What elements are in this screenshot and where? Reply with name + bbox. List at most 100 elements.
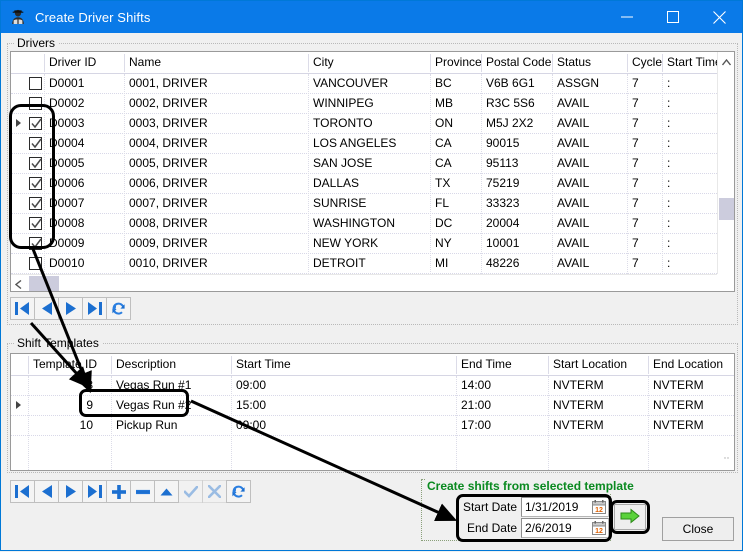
close-button-dialog[interactable]: Close [662,517,734,541]
drivers-table-row[interactable]: D00090009, DRIVERNEW YORKNY10001AVAIL7: [11,234,717,254]
close-button[interactable] [696,1,742,33]
start-date-field[interactable]: Start Date 1/31/2019 12 [459,497,609,517]
drivers-table-row[interactable]: D00010001, DRIVERVANCOUVERBCV6B 6G1ASSGN… [11,74,717,94]
edit-record-button[interactable] [154,480,179,503]
driver-select-checkbox[interactable] [29,117,42,130]
refresh-button[interactable] [226,480,251,503]
template-table-row[interactable]: 8Vegas Run #109:0014:00NVTERMNVTERM [11,376,734,396]
calendar-icon[interactable]: 12 [592,521,606,538]
end-date-label: End Date [459,521,517,535]
templates-column-header-start-time[interactable]: Start Time [236,357,291,371]
drivers-cell-status: AVAIL [557,176,589,190]
drivers-table-row[interactable]: D00030003, DRIVERTORONTOONM5J 2X2AVAIL7: [11,114,717,134]
scroll-left-icon[interactable] [15,278,22,292]
drivers-vertical-scrollbar[interactable] [717,52,734,274]
column-divider[interactable] [231,356,232,374]
drivers-table-row[interactable]: D00050005, DRIVERSAN JOSECA95113AVAIL7: [11,154,717,174]
column-divider[interactable] [430,54,431,72]
drivers-cell-start-time: : [667,136,673,150]
drivers-cell-postal-code: M5J 2X2 [486,116,533,130]
first-record-button[interactable] [10,480,35,503]
column-divider[interactable] [111,356,112,374]
column-divider[interactable] [124,54,125,72]
column-divider[interactable] [481,54,482,72]
drivers-column-header-start-time[interactable]: Start Time [667,55,722,69]
last-record-button[interactable] [82,297,107,320]
column-grid-line [124,74,125,274]
driver-select-checkbox[interactable] [29,97,42,110]
driver-select-checkbox[interactable] [29,197,42,210]
drivers-table-row[interactable]: D00080008, DRIVERWASHINGTONDC20004AVAIL7… [11,214,717,234]
drivers-table-row[interactable]: D00100010, DRIVERDETROITMI48226AVAIL7: [11,254,717,274]
drivers-column-header-cycle[interactable]: Cycle [632,55,662,69]
last-record-button[interactable] [82,480,107,503]
next-record-button[interactable] [58,297,83,320]
template-table-row[interactable]: 9Vegas Run #215:0021:00NVTERMNVTERM [11,396,734,416]
drivers-cell-cycle: 7 [632,116,639,130]
driver-select-checkbox[interactable] [29,177,42,190]
minimize-button[interactable] [604,1,650,33]
drivers-cell-province: NY [435,236,452,250]
previous-record-button[interactable] [34,297,59,320]
drivers-column-header-driver-id[interactable]: Driver ID [49,55,96,69]
insert-record-button[interactable] [106,480,131,503]
column-divider[interactable] [28,356,29,374]
column-divider[interactable] [44,54,45,72]
drivers-column-header-city[interactable]: City [313,55,334,69]
drivers-table-row[interactable]: D00060006, DRIVERDALLASTX75219AVAIL7: [11,174,717,194]
drivers-column-header-postal-code[interactable]: Postal Code [486,55,551,69]
drivers-table-row[interactable]: D00020002, DRIVERWINNIPEGMBR3C 5S6AVAIL7… [11,94,717,114]
template-cell-end-time: 17:00 [461,418,491,432]
drivers-column-header-status[interactable]: Status [557,55,591,69]
driver-select-checkbox[interactable] [29,257,42,270]
refresh-button[interactable] [106,297,131,320]
templates-column-header-template-id[interactable]: Template ID [33,357,97,371]
last-icon [87,302,102,315]
column-divider[interactable] [308,54,309,72]
previous-record-button[interactable] [34,480,59,503]
templates-grid-body[interactable]: 8Vegas Run #109:0014:00NVTERMNVTERM9Vega… [11,376,734,470]
driver-select-checkbox[interactable] [29,77,42,90]
drivers-vscroll-thumb[interactable] [719,198,734,220]
driver-select-checkbox[interactable] [29,157,42,170]
templates-column-header-start-location[interactable]: Start Location [553,357,627,371]
drivers-grid-body[interactable]: D00010001, DRIVERVANCOUVERBCV6B 6G1ASSGN… [11,74,717,274]
driver-select-checkbox[interactable] [29,137,42,150]
column-divider[interactable] [456,356,457,374]
shift-templates-navigator[interactable] [10,480,250,503]
shift-templates-grid[interactable]: Template ID Description Start Time End Time… [10,353,735,471]
drivers-column-header-province[interactable]: Province [435,55,482,69]
drivers-cell-province: FL [435,196,449,210]
template-table-row[interactable]: 10Pickup Run09:0017:00NVTERMNVTERM [11,416,734,436]
maximize-button[interactable] [650,1,696,33]
drivers-horizontal-scrollbar[interactable] [11,274,717,291]
column-divider[interactable] [552,54,553,72]
templates-column-header-description[interactable]: Description [116,357,176,371]
drivers-cell-name: 0010, DRIVER [129,256,208,270]
drivers-grid[interactable]: Driver ID Name City Province Postal Code Stat… [10,51,735,292]
driver-select-checkbox[interactable] [29,217,42,230]
next-record-button[interactable] [58,480,83,503]
drivers-table-row[interactable]: D00040004, DRIVERLOS ANGELESCA90015AVAIL… [11,134,717,154]
calendar-icon[interactable]: 12 [592,500,606,517]
templates-column-header-end-time[interactable]: End Time [461,357,512,371]
end-date-field[interactable]: End Date 2/6/2019 12 [459,518,609,538]
drivers-navigator[interactable] [10,297,130,320]
templates-column-header-end-location[interactable]: End Location [653,357,723,371]
drivers-table-row[interactable]: D00070007, DRIVERSUNRISEFL33323AVAIL7: [11,194,717,214]
column-divider[interactable] [627,54,628,72]
template-cell-template-id: 10 [23,418,93,432]
column-divider[interactable] [648,356,649,374]
templates-grid-header: Template ID Description Start Time End Time… [11,354,734,376]
column-grid-line [627,74,628,274]
templates-grid-resize-grip[interactable] [724,448,730,452]
driver-select-checkbox[interactable] [29,237,42,250]
first-record-button[interactable] [10,297,35,320]
scroll-up-icon[interactable] [722,55,731,69]
column-divider[interactable] [548,356,549,374]
create-shifts-go-button[interactable] [614,504,646,530]
drivers-hscroll-thumb[interactable] [29,276,59,291]
delete-record-button[interactable] [130,480,155,503]
column-divider[interactable] [662,54,663,72]
drivers-column-header-name[interactable]: Name [129,55,161,69]
